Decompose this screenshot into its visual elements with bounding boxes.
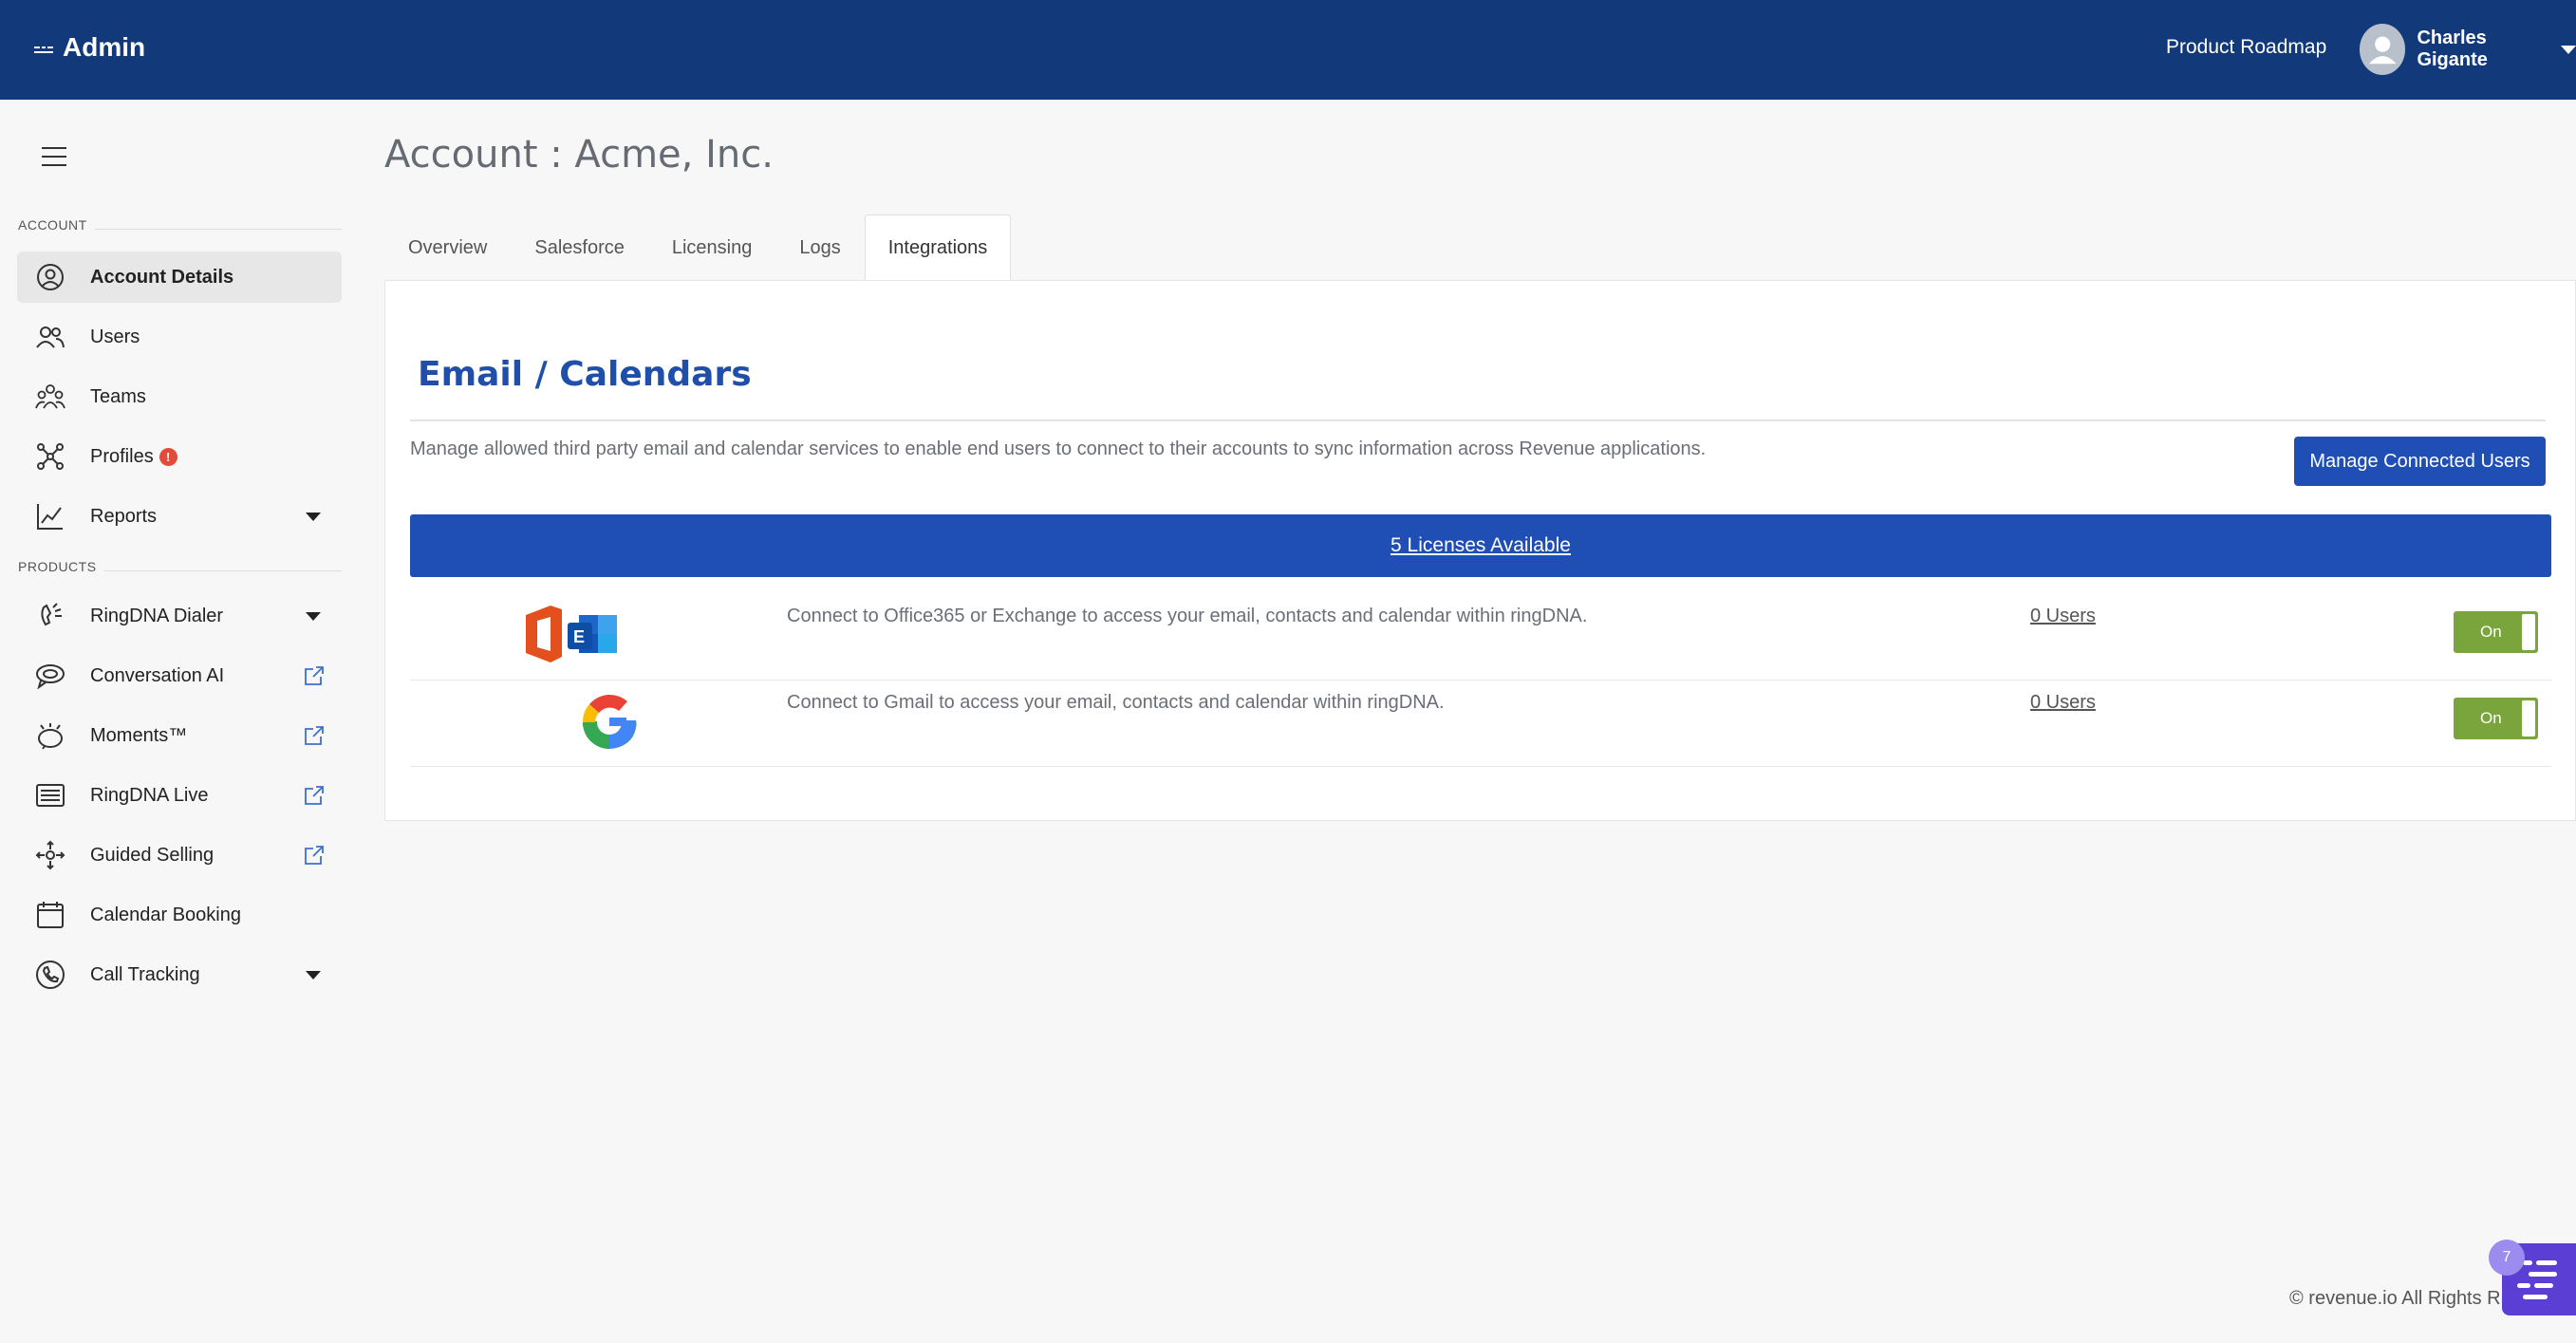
divider bbox=[410, 420, 2546, 421]
google-icon bbox=[524, 690, 676, 751]
brand-logo-icon bbox=[34, 41, 53, 60]
footer-copyright: © revenue.io All Rights R bbox=[2289, 1288, 2501, 1309]
licenses-available-link[interactable]: 5 Licenses Available bbox=[1391, 534, 1571, 557]
sidebar-item-calendar-booking[interactable]: Calendar Booking bbox=[17, 889, 342, 941]
guided-selling-icon bbox=[34, 839, 66, 871]
account-circle-icon bbox=[34, 261, 66, 293]
product-roadmap-link[interactable]: Product Roadmap bbox=[2166, 36, 2326, 59]
sidebar-item-ringdna-live[interactable]: RingDNA Live bbox=[17, 770, 342, 821]
sidebar-item-teams[interactable]: Teams bbox=[17, 371, 342, 422]
svg-text:E: E bbox=[573, 627, 585, 646]
page-title: Account : Acme, Inc. bbox=[384, 133, 774, 177]
section-title: Email / Calendars bbox=[418, 355, 752, 394]
sidebar-item-users[interactable]: Users bbox=[17, 311, 342, 363]
alert-badge-icon: ! bbox=[159, 447, 177, 466]
sidebar-item-label: Calendar Booking bbox=[90, 904, 241, 925]
integration-toggle[interactable]: On bbox=[2454, 698, 2538, 739]
integration-description: Connect to Office365 or Exchange to acce… bbox=[787, 606, 1588, 626]
reports-chart-icon bbox=[34, 500, 66, 532]
sidebar-item-label: Guided Selling bbox=[90, 844, 215, 866]
conversation-icon bbox=[34, 660, 66, 692]
users-icon bbox=[34, 321, 66, 353]
teams-icon bbox=[34, 381, 66, 413]
hamburger-menu-icon[interactable] bbox=[42, 147, 66, 168]
integration-users-link[interactable]: 0 Users bbox=[2030, 606, 2096, 627]
chat-notification-badge: 7 bbox=[2489, 1240, 2525, 1276]
sidebar-item-moments[interactable]: Moments™ bbox=[17, 710, 342, 761]
sidebar-item-label: RingDNA Live bbox=[90, 784, 209, 806]
external-link-icon[interactable] bbox=[304, 665, 325, 686]
integration-row-office365: E Connect to Office365 or Exchange to ac… bbox=[410, 594, 2551, 681]
tab-licensing[interactable]: Licensing bbox=[648, 215, 776, 281]
user-avatar-icon bbox=[2368, 36, 2397, 65]
call-tracking-icon bbox=[34, 959, 66, 991]
toggle-label: On bbox=[2480, 709, 2502, 727]
section-description: Manage allowed third party email and cal… bbox=[410, 438, 1707, 459]
toggle-label: On bbox=[2480, 623, 2502, 641]
live-icon bbox=[34, 779, 66, 811]
toggle-knob bbox=[2522, 614, 2535, 650]
sidebar-item-label: Moments™ bbox=[90, 724, 188, 746]
sidebar-section-account: ACCOUNT bbox=[18, 217, 87, 233]
integration-toggle[interactable]: On bbox=[2454, 611, 2538, 653]
external-link-icon[interactable] bbox=[304, 785, 325, 806]
sidebar-section-products: PRODUCTS bbox=[18, 559, 97, 574]
integration-row-gmail: Connect to Gmail to access your email, c… bbox=[410, 681, 2551, 767]
calendar-icon bbox=[34, 899, 66, 931]
sidebar-item-label: Profiles bbox=[90, 445, 154, 467]
manage-connected-users-button[interactable]: Manage Connected Users bbox=[2294, 437, 2546, 486]
sidebar-item-label: Account Details bbox=[90, 266, 234, 288]
office365-exchange-icon: E bbox=[524, 604, 676, 664]
external-link-icon[interactable] bbox=[304, 845, 325, 866]
sidebar-item-label: Teams bbox=[90, 385, 146, 407]
tab-overview[interactable]: Overview bbox=[384, 215, 511, 281]
tab-salesforce[interactable]: Salesforce bbox=[511, 215, 648, 281]
sidebar-item-label: RingDNA Dialer bbox=[90, 605, 224, 626]
chevron-down-icon[interactable] bbox=[306, 512, 321, 521]
chevron-down-icon[interactable] bbox=[306, 611, 321, 621]
profiles-icon bbox=[34, 440, 66, 473]
tab-logs[interactable]: Logs bbox=[775, 215, 864, 281]
tab-bar: Overview Salesforce Licensing Logs Integ… bbox=[384, 215, 1012, 281]
licenses-banner: 5 Licenses Available bbox=[410, 514, 2551, 577]
moments-icon bbox=[34, 719, 66, 752]
sidebar-item-conversation-ai[interactable]: Conversation AI bbox=[17, 650, 342, 701]
sidebar-item-guided-selling[interactable]: Guided Selling bbox=[17, 830, 342, 881]
sidebar-item-call-tracking[interactable]: Call Tracking bbox=[17, 949, 342, 1000]
sidebar-item-account-details[interactable]: Account Details bbox=[17, 252, 342, 303]
sidebar-item-ringdna-dialer[interactable]: RingDNA Dialer bbox=[17, 590, 342, 642]
avatar bbox=[2360, 24, 2406, 75]
user-name: Charles Gigante bbox=[2417, 28, 2488, 70]
chevron-down-icon bbox=[2561, 45, 2576, 54]
chevron-down-icon[interactable] bbox=[306, 970, 321, 979]
divider bbox=[104, 570, 342, 571]
divider bbox=[95, 229, 342, 230]
sidebar-item-label: Conversation AI bbox=[90, 664, 225, 686]
dialer-icon bbox=[34, 600, 66, 632]
toggle-knob bbox=[2522, 700, 2535, 737]
integration-users-link[interactable]: 0 Users bbox=[2030, 692, 2096, 714]
sidebar-item-label: Call Tracking bbox=[90, 963, 200, 985]
tab-integrations[interactable]: Integrations bbox=[864, 215, 1012, 281]
top-navbar: Admin Product Roadmap Charles Gigante bbox=[0, 0, 2576, 100]
sidebar-item-label: Users bbox=[90, 326, 140, 347]
sidebar-item-label: Reports bbox=[90, 505, 158, 527]
sidebar-item-profiles[interactable]: Profiles! bbox=[17, 431, 342, 482]
brand[interactable]: Admin bbox=[34, 32, 145, 63]
integrations-panel: Email / Calendars Manage allowed third p… bbox=[384, 280, 2576, 821]
sidebar-item-label-wrap: Profiles! bbox=[90, 446, 177, 468]
sidebar-item-reports[interactable]: Reports bbox=[17, 491, 342, 542]
user-menu[interactable]: Charles Gigante bbox=[2360, 24, 2576, 75]
external-link-icon[interactable] bbox=[304, 725, 325, 746]
brand-title: Admin bbox=[63, 32, 146, 62]
sidebar: ACCOUNT Account Details Users Teams Prof… bbox=[0, 100, 359, 1343]
integration-description: Connect to Gmail to access your email, c… bbox=[787, 692, 1445, 713]
